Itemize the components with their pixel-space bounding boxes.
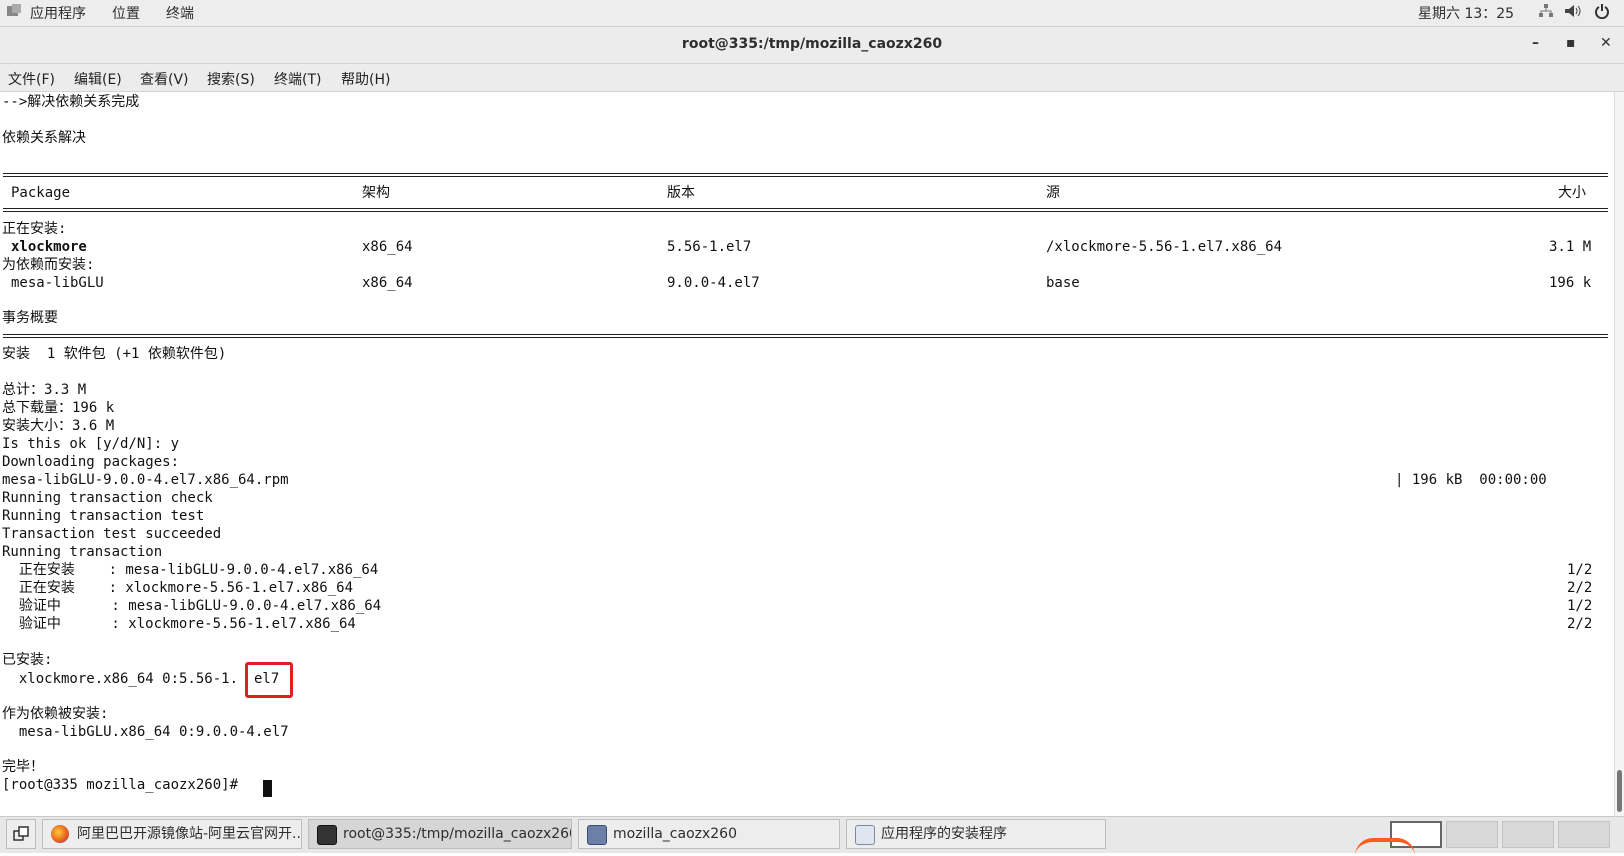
taskbar-task-folder[interactable]: mozilla_caozx260 [578, 819, 840, 849]
terminal-app-menu[interactable]: 终端 [166, 3, 194, 23]
taskbar-task-firefox[interactable]: 阿里巴巴开源镜像站-阿里云官网开... [42, 819, 302, 849]
step-count: 2/2 [1567, 616, 1593, 632]
show-desktop-button[interactable] [6, 819, 36, 849]
workspace-3[interactable] [1502, 821, 1554, 848]
top-panel: 应用程序 位置 终端 星期六 13：25 [0, 0, 1624, 27]
menu-help[interactable]: 帮助(H) [341, 69, 390, 89]
terminal-icon [317, 825, 337, 845]
scrollbar-thumb[interactable] [1617, 770, 1622, 812]
pkg-repo: /xlockmore-5.56-1.el7.x86_64 [1046, 239, 1283, 255]
transaction-step: 正在安装 : xlockmore-5.56-1.el7.x86_64 [2, 580, 354, 596]
pkg-version: 9.0.0-4.el7 [667, 275, 760, 291]
taskbar-task-installer[interactable]: 应用程序的安装程序 [846, 819, 1106, 849]
pkg-size: 3.1 M [1549, 239, 1592, 255]
applications-menu[interactable]: 应用程序 [30, 3, 86, 23]
terminal-line: Running transaction test [2, 508, 205, 524]
network-icon[interactable] [1538, 3, 1554, 23]
terminal-line: Is this ok [y/d/N]: y [2, 436, 180, 452]
terminal-line: 安装大小：3.6 M [2, 418, 115, 434]
pkg-name: xlockmore [11, 239, 87, 255]
pkg-version: 5.56-1.el7 [667, 239, 752, 255]
pkg-arch: x86_64 [362, 239, 413, 255]
terminal-output[interactable]: -->解决依赖关系完成 依赖关系解决 Package 架构 版本 源 大小 正在… [0, 92, 1614, 816]
shell-prompt[interactable]: [root@335 mozilla_caozx260]# [2, 776, 246, 794]
pkg-arch: x86_64 [362, 275, 413, 291]
terminal-line: 总计：3.3 M [2, 382, 87, 398]
task-label: root@335:/tmp/mozilla_caozx260 [343, 826, 572, 842]
pkg-repo: base [1046, 275, 1080, 291]
header-size: 大小 [1558, 185, 1586, 201]
annotation-highlight-box [245, 662, 293, 698]
window-title: root@335:/tmp/mozilla_caozx260 [681, 36, 943, 52]
terminal-line: 安装 1 软件包 (+1 依赖软件包) [2, 346, 227, 362]
terminal-line: 为依赖而安装: [2, 257, 95, 273]
transaction-step: 验证中 : mesa-libGLU-9.0.0-4.el7.x86_64 [2, 598, 382, 614]
minimize-button[interactable]: – [1532, 35, 1539, 51]
volume-icon[interactable] [1564, 3, 1582, 23]
header-package: Package [11, 185, 71, 201]
window-titlebar[interactable]: root@335:/tmp/mozilla_caozx260 – ▪ ✕ [0, 27, 1624, 64]
workspace-2[interactable] [1446, 821, 1498, 848]
terminal-line: 事务概要 [2, 310, 58, 326]
terminal-line: Running transaction [2, 544, 163, 560]
installed-package: xlockmore.x86_64 0:5.56-1. [2, 671, 239, 687]
task-label: mozilla_caozx260 [613, 826, 737, 842]
text-cursor [263, 780, 272, 797]
table-divider [3, 334, 1608, 338]
menu-file[interactable]: 文件(F) [8, 69, 55, 89]
menubar: 文件(F) 编辑(E) 查看(V) 搜索(S) 终端(T) 帮助(H) [0, 64, 1624, 92]
menu-search[interactable]: 搜索(S) [207, 69, 255, 89]
terminal-line: 正在安装: [2, 221, 67, 237]
folder-icon [587, 825, 607, 845]
workspace-4[interactable] [1558, 821, 1610, 848]
step-count: 1/2 [1567, 562, 1593, 578]
clock[interactable]: 星期六 13：25 [1418, 3, 1514, 23]
header-arch: 架构 [362, 185, 390, 201]
apps-menu-icon[interactable] [6, 3, 22, 23]
close-button[interactable]: ✕ [1600, 35, 1612, 51]
transaction-step: 验证中 : xlockmore-5.56-1.el7.x86_64 [2, 616, 356, 632]
taskbar-task-terminal[interactable]: root@335:/tmp/mozilla_caozx260 [308, 819, 572, 849]
table-divider [3, 173, 1608, 177]
header-repo: 源 [1046, 185, 1060, 201]
transaction-step: 正在安装 : mesa-libGLU-9.0.0-4.el7.x86_64 [2, 562, 379, 578]
maximize-button[interactable]: ▪ [1566, 35, 1576, 51]
table-divider [3, 208, 1608, 212]
task-label: 应用程序的安装程序 [881, 826, 1007, 842]
menu-terminal[interactable]: 终端(T) [274, 69, 321, 89]
step-count: 2/2 [1567, 580, 1593, 596]
menu-edit[interactable]: 编辑(E) [74, 69, 122, 89]
desktop-icon [13, 826, 29, 841]
task-label: 阿里巴巴开源镜像站-阿里云官网开... [77, 826, 302, 842]
terminal-line: Running transaction check [2, 490, 213, 506]
power-icon[interactable] [1594, 3, 1610, 23]
step-count: 1/2 [1567, 598, 1593, 614]
terminal-line: 依赖关系解决 [2, 130, 86, 146]
pkg-size: 196 k [1549, 275, 1592, 291]
terminal-line: Downloading packages: [2, 454, 180, 470]
terminal-line: 完毕！ [2, 759, 44, 775]
terminal-scrollbar[interactable] [1614, 92, 1624, 816]
places-menu[interactable]: 位置 [112, 3, 140, 23]
terminal-line: Transaction test succeeded [2, 526, 222, 542]
terminal-line: 总下载量：196 k [2, 400, 115, 416]
dependency-package: mesa-libGLU.x86_64 0:9.0.0-4.el7 [2, 724, 289, 740]
installer-icon [855, 825, 875, 845]
terminal-line: -->解决依赖关系完成 [2, 94, 140, 110]
pkg-name: mesa-libGLU [11, 275, 104, 291]
terminal-line: mesa-libGLU-9.0.0-4.el7.x86_64.rpm [2, 472, 289, 488]
download-progress: | 196 kB 00:00:00 [1395, 472, 1547, 488]
terminal-line: 已安装: [2, 652, 53, 668]
firefox-icon [51, 825, 69, 843]
header-version: 版本 [667, 185, 695, 201]
annotation-scribble [1355, 838, 1415, 856]
terminal-line: 作为依赖被安装: [2, 706, 109, 722]
menu-view[interactable]: 查看(V) [140, 69, 189, 89]
